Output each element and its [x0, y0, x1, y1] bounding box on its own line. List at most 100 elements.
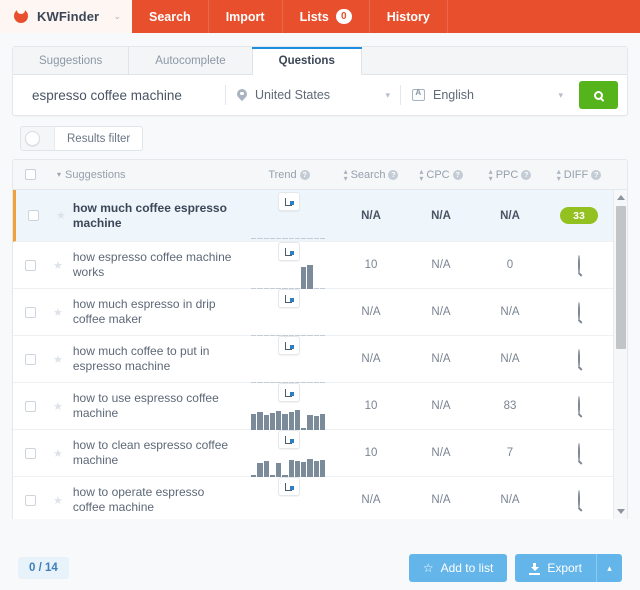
- vertical-scrollbar[interactable]: [613, 190, 627, 519]
- help-icon[interactable]: ?: [452, 169, 463, 180]
- row-search-volume: N/A: [361, 209, 381, 222]
- table-row[interactable]: ★ how to use espresso coffee machine 10 …: [13, 382, 627, 430]
- row-checkbox[interactable]: [24, 259, 36, 271]
- nav-item-lists[interactable]: Lists 0: [283, 0, 370, 33]
- search-difficulty-icon[interactable]: [578, 443, 580, 462]
- chevron-down-icon[interactable]: ⌄: [113, 11, 121, 22]
- favorite-star-icon[interactable]: ★: [53, 400, 63, 413]
- table-row[interactable]: ★ how much coffee espresso machine N/A N…: [13, 190, 627, 242]
- sort-icon[interactable]: ▴ ▾: [344, 167, 348, 182]
- favorite-star-icon[interactable]: ★: [53, 494, 63, 507]
- tab-autocomplete[interactable]: Autocomplete: [129, 47, 253, 74]
- scrollbar-thumb[interactable]: [616, 206, 626, 349]
- nav-item-search[interactable]: Search: [132, 0, 209, 33]
- export-dropdown-toggle[interactable]: ▴: [596, 554, 622, 582]
- search-difficulty-icon[interactable]: [578, 302, 580, 321]
- row-cpc: N/A: [431, 259, 451, 271]
- row-diff-cell[interactable]: [545, 443, 613, 462]
- results-filter-toggle[interactable]: [21, 127, 55, 150]
- sort-icon[interactable]: ▴ ▾: [419, 167, 423, 182]
- help-icon[interactable]: ?: [388, 169, 399, 180]
- row-diff-cell[interactable]: [545, 396, 613, 415]
- table-row[interactable]: ★ how to clean espresso coffee machine 1…: [13, 429, 627, 477]
- keyword-input[interactable]: [21, 81, 225, 109]
- analyze-chart-button[interactable]: [278, 192, 300, 211]
- row-select-cell[interactable]: [13, 494, 47, 506]
- row-trend-cell: [243, 382, 335, 430]
- row-keyword: how espresso coffee machine works: [72, 250, 232, 279]
- row-ppc: 83: [503, 400, 517, 412]
- row-diff-cell[interactable]: [545, 302, 613, 321]
- scroll-up-arrow-icon[interactable]: [617, 195, 625, 200]
- column-header-ppc[interactable]: ▴ ▾ PPC ?: [475, 167, 545, 182]
- row-checkbox[interactable]: [24, 447, 36, 459]
- favorite-star-icon[interactable]: ★: [53, 353, 63, 366]
- language-icon: [412, 88, 425, 101]
- row-trend-cell: [243, 192, 335, 239]
- favorite-star-icon[interactable]: ★: [53, 306, 63, 319]
- row-keyword-cell: ★ how to operate espresso coffee machine: [47, 485, 243, 515]
- kwfinder-logo-icon: [14, 7, 28, 24]
- scroll-down-arrow-icon[interactable]: [617, 509, 625, 514]
- row-diff-cell[interactable]: [545, 255, 613, 274]
- results-filter-label[interactable]: Results filter: [55, 127, 142, 150]
- search-difficulty-icon[interactable]: [578, 255, 580, 274]
- row-checkbox[interactable]: [24, 353, 36, 365]
- brand-area[interactable]: KWFinder ⌄: [0, 0, 132, 33]
- column-header-diff[interactable]: ▴ ▾ DIFF ?: [545, 167, 613, 182]
- help-icon[interactable]: ?: [521, 169, 532, 180]
- add-to-list-button[interactable]: ☆ Add to list: [408, 554, 508, 582]
- table-row[interactable]: ★ how much coffee to put in espresso mac…: [13, 335, 627, 383]
- language-select[interactable]: English ▾: [401, 81, 573, 109]
- table-header-row: ▾ Suggestions Trend ? ▴ ▾ Search ? ▴ ▾ C…: [13, 160, 627, 190]
- analyze-chart-button[interactable]: [278, 335, 300, 355]
- export-button[interactable]: Export: [515, 554, 596, 582]
- search-submit-button[interactable]: [579, 81, 618, 109]
- favorite-star-icon[interactable]: ★: [53, 259, 63, 272]
- row-checkbox[interactable]: [27, 210, 39, 221]
- analyze-chart-button[interactable]: [278, 429, 300, 449]
- sort-icon[interactable]: ▴ ▾: [557, 167, 561, 182]
- results-filter-control[interactable]: Results filter: [20, 126, 144, 151]
- column-header-search[interactable]: ▴ ▾ Search ?: [335, 167, 407, 182]
- row-checkbox[interactable]: [24, 306, 36, 318]
- row-checkbox[interactable]: [24, 400, 36, 412]
- help-icon[interactable]: ?: [299, 169, 310, 180]
- row-select-cell[interactable]: [13, 353, 47, 365]
- row-select-cell[interactable]: [16, 210, 50, 221]
- select-all-checkbox[interactable]: [24, 169, 36, 180]
- search-icon: [594, 90, 603, 100]
- table-row[interactable]: ★ how much espresso in drip coffee maker…: [13, 288, 627, 336]
- row-keyword-cell: ★ how much coffee espresso machine: [50, 201, 243, 231]
- analyze-chart-button[interactable]: [278, 241, 300, 261]
- column-header-cpc[interactable]: ▴ ▾ CPC ?: [407, 167, 475, 182]
- favorite-star-icon[interactable]: ★: [53, 447, 63, 460]
- row-diff-cell[interactable]: [545, 490, 613, 509]
- analyze-chart-button[interactable]: [278, 476, 300, 496]
- table-row[interactable]: ★ how espresso coffee machine works 10 N…: [13, 241, 627, 289]
- row-select-cell[interactable]: [13, 400, 47, 412]
- column-header-trend[interactable]: Trend ?: [243, 169, 335, 181]
- select-all-cell[interactable]: [13, 169, 47, 180]
- search-difficulty-icon[interactable]: [578, 349, 580, 368]
- nav-item-import[interactable]: Import: [209, 0, 283, 33]
- search-difficulty-icon[interactable]: [578, 396, 580, 415]
- tab-questions[interactable]: Questions: [251, 47, 363, 75]
- row-checkbox[interactable]: [24, 494, 36, 506]
- row-select-cell[interactable]: [13, 259, 47, 271]
- row-diff-cell[interactable]: [545, 349, 613, 368]
- analyze-chart-button[interactable]: [278, 382, 300, 402]
- help-icon[interactable]: ?: [591, 169, 602, 180]
- search-difficulty-icon[interactable]: [578, 490, 580, 509]
- column-header-suggestions[interactable]: ▾ Suggestions: [47, 169, 243, 181]
- favorite-star-icon[interactable]: ★: [56, 209, 66, 222]
- tab-suggestions[interactable]: Suggestions: [13, 47, 130, 74]
- nav-item-history[interactable]: History: [370, 0, 448, 33]
- row-select-cell[interactable]: [13, 306, 47, 318]
- row-select-cell[interactable]: [13, 447, 47, 459]
- analyze-chart-button[interactable]: [278, 288, 300, 308]
- sort-icon[interactable]: ▴ ▾: [489, 167, 493, 182]
- table-row[interactable]: ★ how to operate espresso coffee machine…: [13, 476, 627, 519]
- trend-sparkline: [251, 402, 325, 430]
- location-select[interactable]: United States ▾: [226, 81, 400, 109]
